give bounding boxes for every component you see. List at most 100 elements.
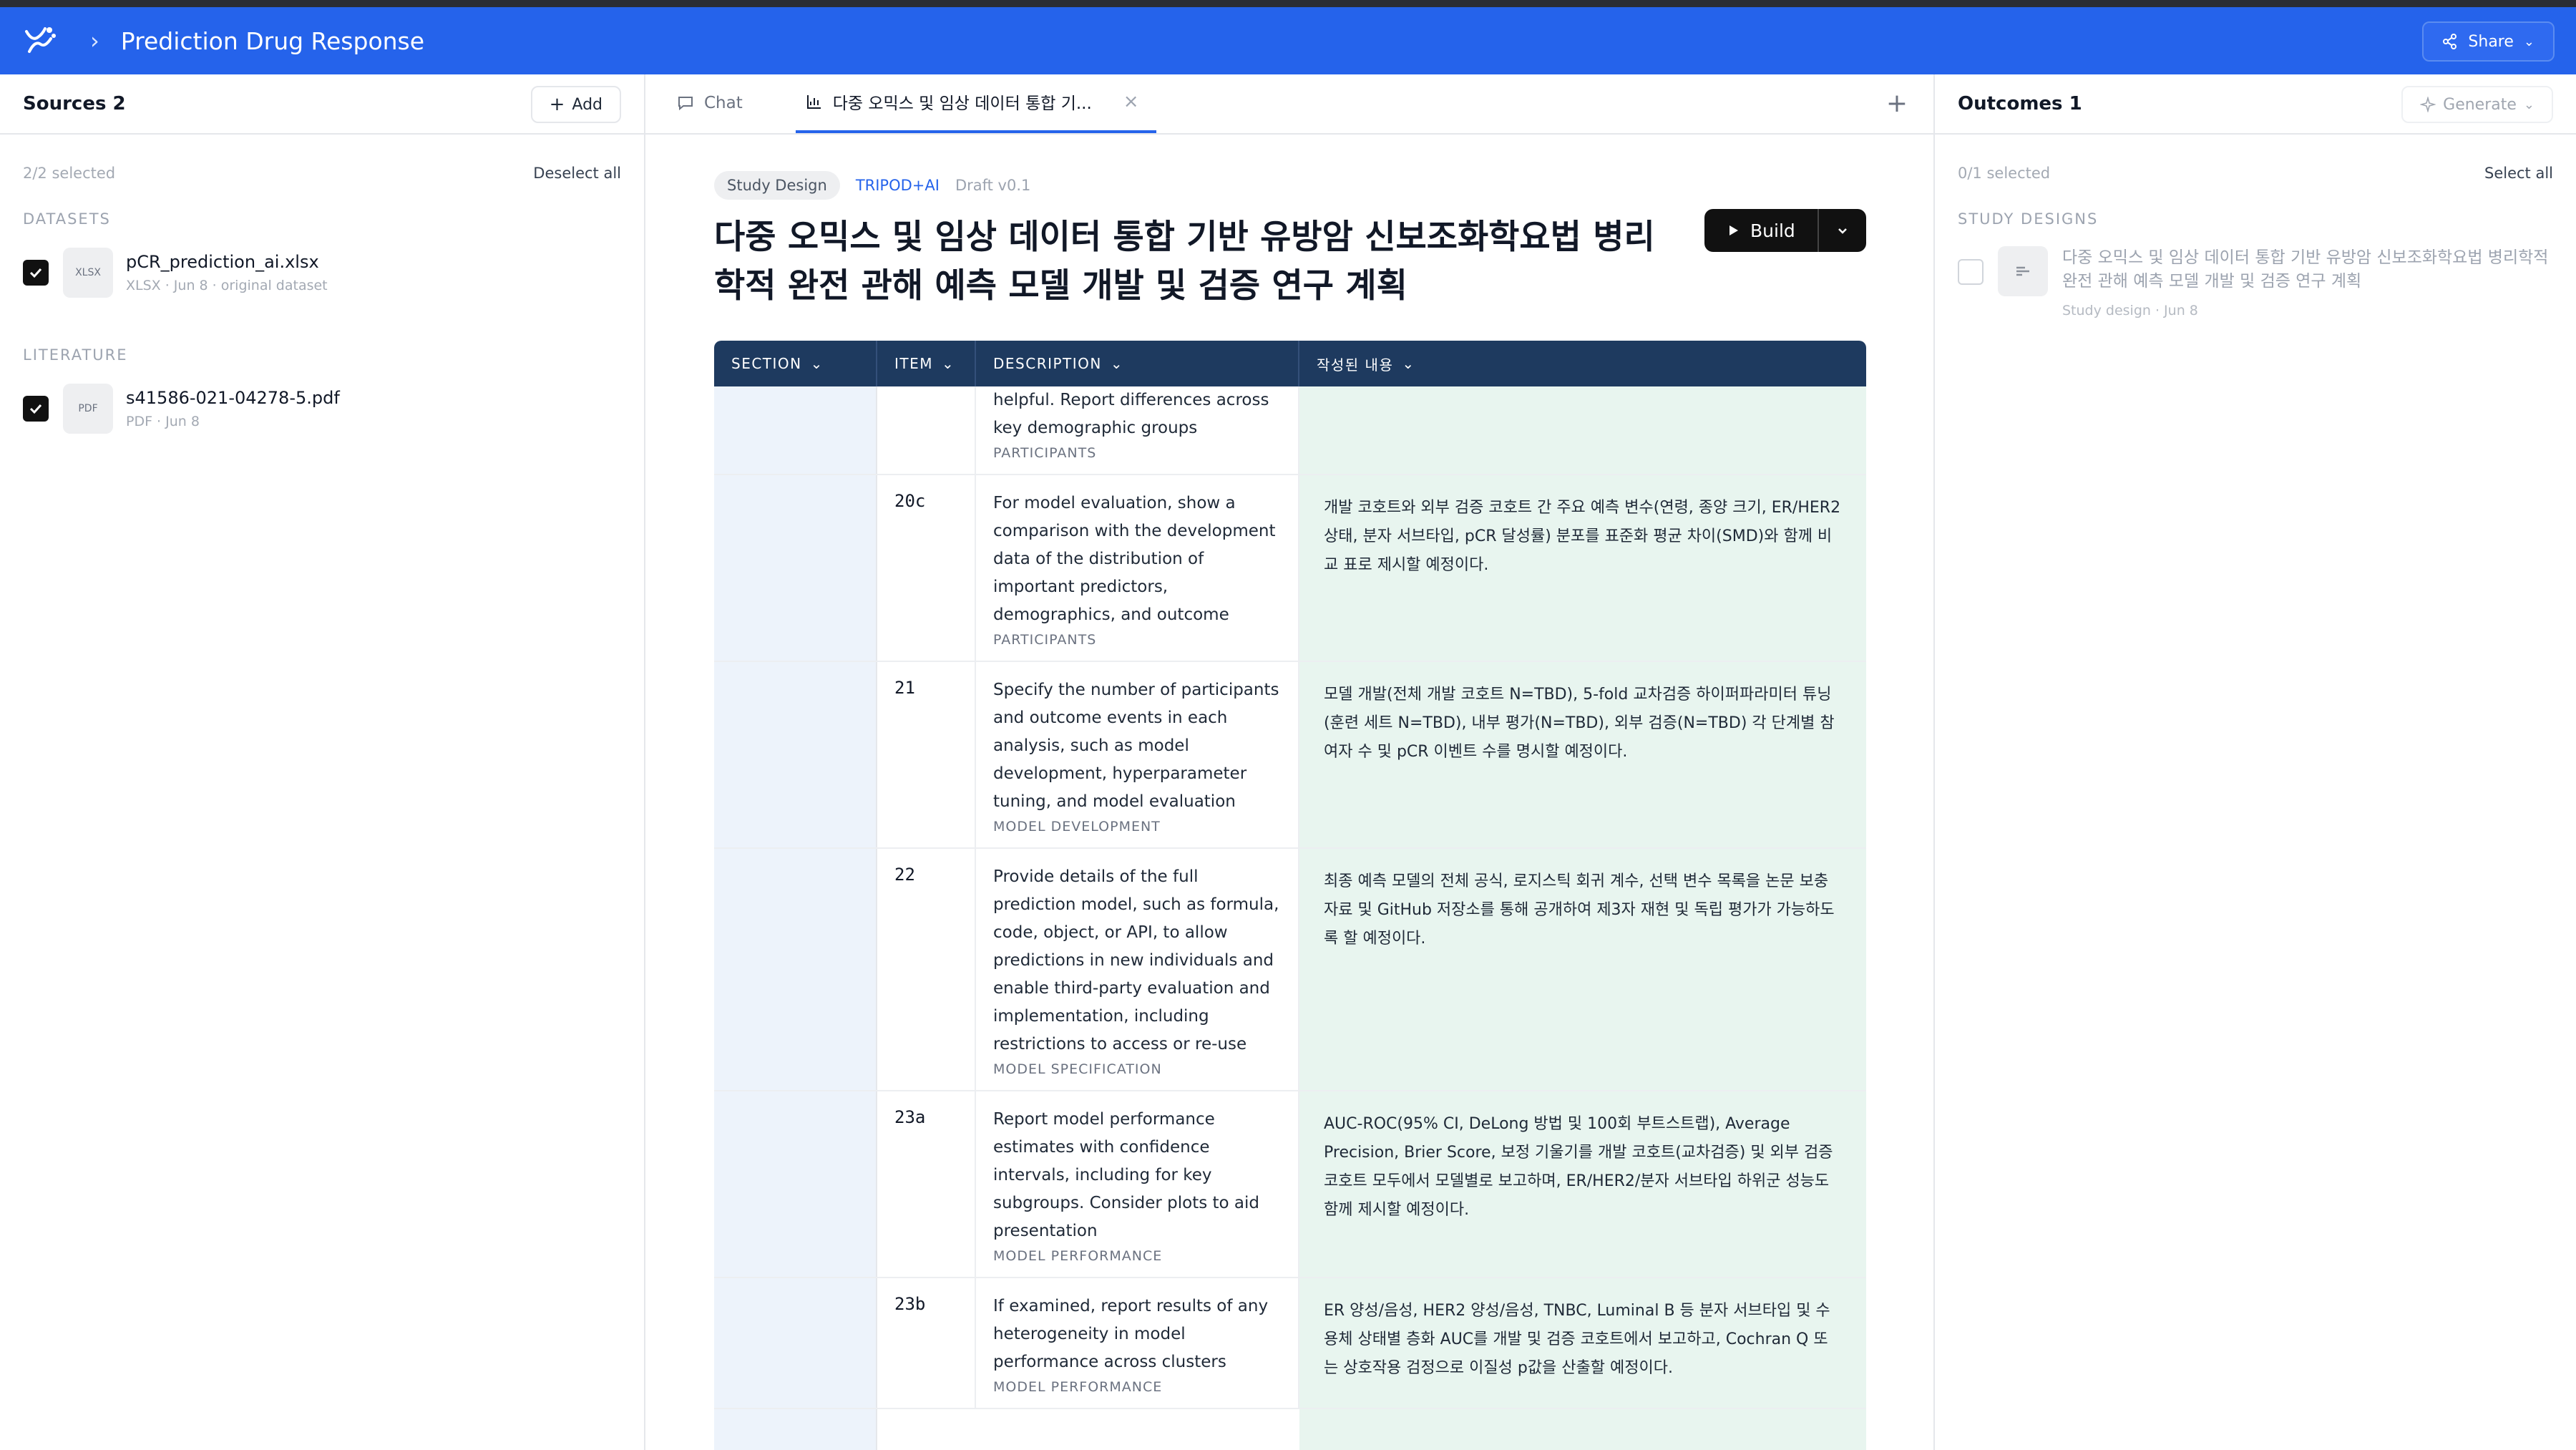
sparkle-icon: [2420, 97, 2436, 112]
chart-icon: [806, 95, 821, 109]
item-category: PARTICIPANTS: [993, 445, 1097, 461]
item-description: Provide details of the full prediction m…: [993, 867, 1279, 1054]
share-button[interactable]: Share ⌄: [2422, 21, 2555, 62]
item-id: [877, 386, 976, 474]
guideline-chip[interactable]: TRIPOD+AI: [856, 177, 940, 194]
item-description: For model evaluation, show a comparison …: [993, 494, 1276, 624]
table-row: 22 Provide details of the full predictio…: [714, 849, 1866, 1091]
outcome-title: 다중 오믹스 및 임상 데이터 통합 기반 유방암 신보조화학요법 병리학적 완…: [2062, 248, 2549, 291]
item-category: MODEL SPECIFICATION: [993, 1061, 1162, 1077]
table-row: 21 Specify the number of participants an…: [714, 662, 1866, 849]
tab-study-design[interactable]: 다중 오믹스 및 임상 데이터 통합 기... ×: [795, 73, 1156, 133]
outcomes-title: Outcomes 1: [1958, 93, 2082, 115]
table-row: 20c For model evaluation, show a compari…: [714, 475, 1866, 662]
item-description: Report model performance estimates with …: [993, 1110, 1260, 1240]
deselect-all-button[interactable]: Deselect all: [533, 165, 621, 182]
checkmark-icon: [29, 268, 42, 278]
doc-type-chip: Study Design: [714, 171, 840, 200]
document-title: 다중 오믹스 및 임상 데이터 통합 기반 유방암 신보조화학요법 병리학적 완…: [714, 218, 1655, 306]
item-id: 23a: [877, 1091, 976, 1277]
table-row: 23b If examined, report results of any h…: [714, 1278, 1866, 1409]
written-content[interactable]: [1299, 386, 1866, 474]
chevron-down-icon: ⌄: [810, 355, 824, 372]
outcomes-panel: Outcomes 1 Generate ⌄ 0/1 selected Selec…: [1933, 74, 2576, 1450]
play-icon: [1729, 225, 1738, 235]
tab-label: 다중 오믹스 및 임상 데이터 통합 기...: [832, 94, 1092, 113]
tripod-table: SECTION ⌄ ITEM ⌄ DESCRIPTION ⌄ 작성된 내용 ⌄ help…: [714, 341, 1866, 1450]
chevron-down-icon: ⌄: [1402, 355, 1415, 372]
document-lines-icon: [1998, 246, 2048, 296]
pdf-file-icon: PDF: [63, 384, 113, 434]
group-label-study-designs: STUDY DESIGNS: [1958, 210, 2099, 228]
group-label-literature: LITERATURE: [23, 346, 128, 364]
table-row: 23a Report model performance estimates w…: [714, 1091, 1866, 1278]
source-checkbox[interactable]: [23, 396, 49, 422]
chevron-down-icon: ⌄: [942, 355, 955, 372]
generate-button[interactable]: Generate ⌄: [2401, 86, 2553, 123]
plus-icon: +: [549, 94, 565, 115]
add-source-button[interactable]: + Add: [530, 86, 621, 123]
build-button[interactable]: Build: [1704, 209, 1819, 252]
tab-chat[interactable]: Chat: [667, 73, 753, 133]
item-category: MODEL PERFORMANCE: [993, 1379, 1163, 1395]
outcome-item[interactable]: 다중 오믹스 및 임상 데이터 통합 기반 유방암 신보조화학요법 병리학적 완…: [1935, 246, 2576, 323]
build-options-chevron-icon[interactable]: [1819, 223, 1866, 238]
chevron-down-icon: ⌄: [2523, 97, 2534, 112]
item-description: Specify the number of participants and o…: [993, 681, 1279, 811]
document-header: Study Design TRIPOD+AI Draft v0.1 다중 오믹스…: [714, 170, 1866, 311]
table-body: helpful. Report differences across key d…: [714, 386, 1866, 1450]
window-top-strip: [0, 0, 2576, 7]
item-description: helpful. Report differences across key d…: [993, 391, 1269, 437]
breadcrumb-chevron-icon: ›: [90, 27, 99, 54]
item-id: 23b: [877, 1278, 976, 1408]
app-header: › Prediction Drug Response Share ⌄: [0, 7, 2576, 74]
share-label: Share: [2468, 32, 2514, 51]
new-tab-plus-icon[interactable]: +: [1886, 89, 1908, 118]
build-label: Build: [1750, 220, 1795, 241]
select-all-button[interactable]: Select all: [2484, 165, 2553, 182]
written-content[interactable]: 최종 예측 모델의 전체 공식, 로지스틱 회귀 계수, 선택 변수 목록을 논…: [1299, 849, 1866, 1090]
column-header-item[interactable]: ITEM ⌄: [877, 341, 976, 386]
outcome-meta: Study design · Jun 8: [2062, 303, 2198, 318]
item-category: MODEL PERFORMANCE: [993, 1248, 1163, 1264]
table-row: helpful. Report differences across key d…: [714, 386, 1866, 475]
column-header-description[interactable]: DESCRIPTION ⌄: [976, 341, 1299, 386]
table-header: SECTION ⌄ ITEM ⌄ DESCRIPTION ⌄ 작성된 내용 ⌄: [714, 341, 1866, 386]
chevron-down-icon: ⌄: [1110, 355, 1124, 372]
chat-icon: [678, 97, 693, 111]
written-content[interactable]: ER 양성/음성, HER2 양성/음성, TNBC, Luminal B 등 …: [1299, 1278, 1866, 1408]
column-header-content[interactable]: 작성된 내용 ⌄: [1299, 341, 1866, 386]
source-checkbox[interactable]: [23, 260, 49, 286]
tab-bar: Chat 다중 오믹스 및 임상 데이터 통합 기... × +: [645, 74, 1933, 135]
xlsx-file-icon: XLSX: [63, 248, 113, 298]
tab-label: Chat: [704, 94, 743, 112]
written-content[interactable]: 개발 코호트와 외부 검증 코호트 간 주요 예측 변수(연령, 종양 크기, …: [1299, 475, 1866, 661]
source-item-literature[interactable]: PDF s41586-021-04278-5.pdf PDF · Jun 8: [0, 369, 644, 448]
source-meta: XLSX · Jun 8 · original dataset: [126, 278, 328, 293]
group-label-datasets: DATASETS: [23, 210, 111, 228]
chevron-down-icon: ⌄: [2523, 34, 2534, 49]
sources-title: Sources 2: [23, 93, 126, 115]
checkmark-icon: [29, 404, 42, 414]
written-content[interactable]: AUC-ROC(95% CI, DeLong 방법 및 100회 부트스트랩),…: [1299, 1091, 1866, 1277]
add-label: Add: [572, 95, 602, 114]
version-chip: Draft v0.1: [955, 177, 1031, 194]
written-content[interactable]: 모델 개발(전체 개발 코호트 N=TBD), 5-fold 교차검증 하이퍼파…: [1299, 662, 1866, 847]
app-logo-icon[interactable]: [20, 21, 60, 61]
item-id: 22: [877, 849, 976, 1090]
project-title[interactable]: Prediction Drug Response: [121, 27, 424, 55]
sources-panel: Sources 2 + Add 2/2 selected Deselect al…: [0, 74, 645, 1450]
source-filename: pCR_prediction_ai.xlsx: [126, 252, 319, 272]
main-panel: Chat 다중 오믹스 및 임상 데이터 통합 기... × + Study D…: [645, 74, 1933, 1450]
sources-selected-count: 2/2 selected: [23, 165, 116, 182]
outcome-checkbox[interactable]: [1958, 259, 1984, 285]
build-button-group: Build: [1704, 209, 1866, 252]
item-id: 21: [877, 662, 976, 847]
source-meta: PDF · Jun 8: [126, 414, 200, 429]
close-icon[interactable]: ×: [1123, 91, 1139, 112]
generate-label: Generate: [2443, 95, 2517, 114]
column-header-section[interactable]: SECTION ⌄: [714, 341, 877, 386]
source-item-dataset[interactable]: XLSX pCR_prediction_ai.xlsx XLSX · Jun 8…: [0, 233, 644, 312]
item-category: MODEL DEVELOPMENT: [993, 819, 1161, 835]
item-category: PARTICIPANTS: [993, 632, 1097, 648]
